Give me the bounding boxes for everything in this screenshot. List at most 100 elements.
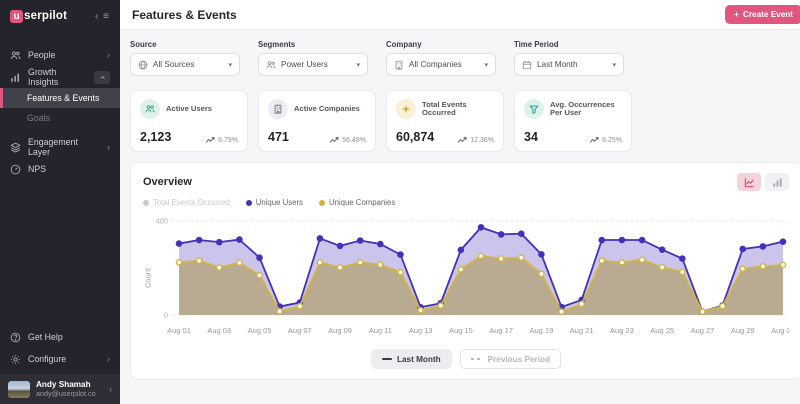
- data-point[interactable]: [237, 237, 242, 242]
- sidebar: u serpilot ‹ ≡ People › Growth Insights …: [0, 0, 120, 404]
- data-point[interactable]: [438, 303, 443, 308]
- data-point[interactable]: [176, 241, 181, 246]
- create-event-button[interactable]: + Create Event: [725, 5, 800, 24]
- data-point[interactable]: [358, 238, 363, 243]
- data-point[interactable]: [539, 252, 544, 257]
- data-point[interactable]: [539, 271, 544, 276]
- data-point[interactable]: [720, 303, 725, 308]
- sidebar-item-goals[interactable]: Goals: [0, 108, 120, 128]
- data-point[interactable]: [499, 256, 504, 261]
- data-point[interactable]: [277, 309, 282, 314]
- last-month-button[interactable]: Last Month: [371, 349, 452, 369]
- data-point[interactable]: [599, 258, 604, 263]
- data-point[interactable]: [780, 239, 785, 244]
- legend-total-events[interactable]: Total Events Occurred: [143, 198, 230, 207]
- data-point[interactable]: [257, 255, 262, 260]
- data-point[interactable]: [700, 309, 705, 314]
- data-point[interactable]: [499, 232, 504, 237]
- segments-select[interactable]: Power Users ▾: [258, 53, 368, 76]
- data-point[interactable]: [780, 262, 785, 267]
- x-tick-label: Aug 13: [409, 326, 433, 335]
- sidebar-collapse-icon[interactable]: ‹ ≡: [95, 11, 110, 22]
- sidebar-item-label: NPS: [28, 164, 110, 174]
- data-point[interactable]: [217, 265, 222, 270]
- gear-icon: [10, 354, 21, 365]
- x-tick-label: Aug 31: [771, 326, 789, 335]
- data-point[interactable]: [760, 244, 765, 249]
- data-point[interactable]: [660, 265, 665, 270]
- data-point[interactable]: [660, 247, 665, 252]
- data-point[interactable]: [237, 260, 242, 265]
- sidebar-item-nps[interactable]: NPS: [0, 158, 120, 180]
- source-select[interactable]: All Sources ▾: [130, 53, 240, 76]
- sidebar-item-growth-insights[interactable]: Growth Insights ›: [0, 66, 120, 88]
- data-point[interactable]: [197, 258, 202, 263]
- dashed-line-icon: [471, 358, 483, 360]
- data-point[interactable]: [639, 237, 644, 242]
- bar-chart-toggle[interactable]: [765, 173, 789, 191]
- line-chart-toggle[interactable]: [737, 173, 761, 191]
- time-period-select[interactable]: Last Month ▾: [514, 53, 624, 76]
- sidebar-item-engagement-layer[interactable]: Engagement Layer ›: [0, 136, 120, 158]
- user-profile[interactable]: Andy Shamah andy@userpilot.co ›: [0, 374, 120, 404]
- data-point[interactable]: [478, 253, 483, 258]
- data-point[interactable]: [760, 264, 765, 269]
- bar-chart-icon: [10, 72, 21, 83]
- stat-label: Avg. Occurrences Per User: [550, 101, 622, 118]
- sidebar-item-label: Engagement Layer: [28, 137, 100, 157]
- bar-chart-icon: [772, 177, 783, 188]
- data-point[interactable]: [297, 304, 302, 309]
- data-point[interactable]: [257, 273, 262, 278]
- data-point[interactable]: [458, 267, 463, 272]
- chevron-right-icon: ›: [107, 354, 110, 364]
- data-point[interactable]: [619, 237, 624, 242]
- previous-period-button[interactable]: Previous Period: [460, 349, 561, 369]
- stat-label: Active Companies: [294, 105, 360, 113]
- data-point[interactable]: [337, 265, 342, 270]
- data-point[interactable]: [317, 260, 322, 265]
- data-point[interactable]: [579, 301, 584, 306]
- data-point[interactable]: [378, 241, 383, 246]
- data-point[interactable]: [197, 237, 202, 242]
- company-select[interactable]: All Companies ▾: [386, 53, 496, 76]
- sidebar-item-people[interactable]: People ›: [0, 44, 120, 66]
- data-point[interactable]: [418, 308, 423, 313]
- data-point[interactable]: [740, 246, 745, 251]
- data-point[interactable]: [358, 260, 363, 265]
- data-point[interactable]: [378, 262, 383, 267]
- sidebar-item-get-help[interactable]: Get Help: [0, 326, 120, 348]
- funnel-icon: [524, 99, 544, 119]
- data-point[interactable]: [458, 247, 463, 252]
- globe-icon: [138, 60, 148, 70]
- data-point[interactable]: [398, 252, 403, 257]
- legend-dot: [143, 200, 149, 206]
- logo-text: serpilot: [24, 10, 67, 22]
- data-point[interactable]: [680, 269, 685, 274]
- data-point[interactable]: [519, 231, 524, 236]
- data-point[interactable]: [176, 260, 181, 265]
- data-point[interactable]: [559, 309, 564, 314]
- stat-card-active-users: Active Users 2,123 6.79%: [130, 90, 248, 152]
- data-point[interactable]: [619, 260, 624, 265]
- sidebar-item-configure[interactable]: Configure ›: [0, 348, 120, 370]
- data-point[interactable]: [478, 225, 483, 230]
- line-chart[interactable]: 0400Aug 01Aug 03Aug 05Aug 07Aug 09Aug 11…: [153, 211, 789, 343]
- data-point[interactable]: [519, 255, 524, 260]
- collapse-section-button[interactable]: ›: [94, 71, 110, 84]
- calendar-icon: [522, 60, 532, 70]
- data-point[interactable]: [398, 270, 403, 275]
- data-point[interactable]: [317, 236, 322, 241]
- legend-unique-users[interactable]: Unique Users: [246, 198, 303, 207]
- data-point[interactable]: [337, 243, 342, 248]
- data-point[interactable]: [639, 257, 644, 262]
- data-point[interactable]: [680, 256, 685, 261]
- data-point[interactable]: [740, 266, 745, 271]
- legend-unique-companies[interactable]: Unique Companies: [319, 198, 395, 207]
- sidebar-item-features-events[interactable]: Features & Events: [0, 88, 120, 108]
- chevron-down-icon: ▾: [356, 61, 360, 69]
- x-tick-label: Aug 23: [610, 326, 634, 335]
- y-axis-label: Count: [143, 211, 153, 345]
- data-point[interactable]: [599, 237, 604, 242]
- selected-value: All Companies: [409, 60, 479, 69]
- data-point[interactable]: [217, 240, 222, 245]
